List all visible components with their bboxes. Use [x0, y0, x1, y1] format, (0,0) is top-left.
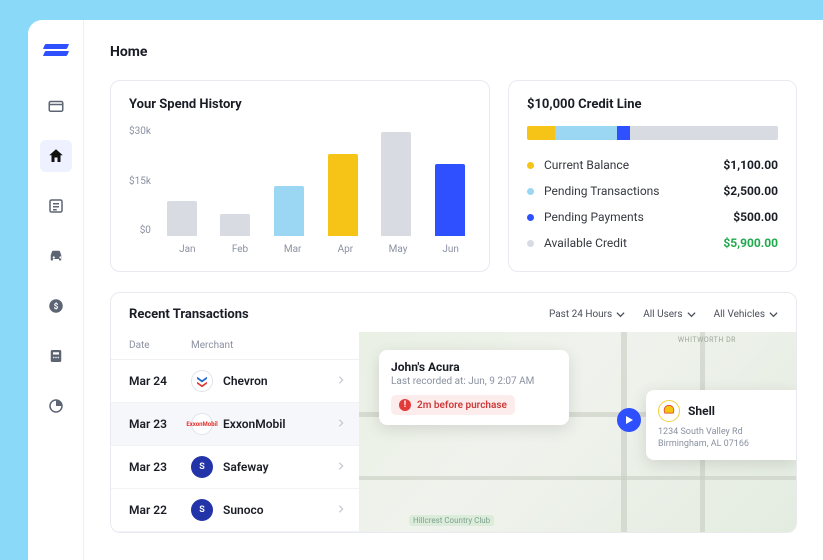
- merchant-icon: [191, 370, 213, 392]
- filter-time[interactable]: Past 24 Hours: [549, 309, 625, 320]
- svg-text:$: $: [53, 301, 58, 312]
- chevron-right-icon: [337, 460, 345, 474]
- nav-list-icon[interactable]: [40, 190, 72, 222]
- warning-text: 2m before purchase: [417, 400, 507, 411]
- chevron-down-icon: [616, 310, 625, 319]
- station-address: 1234 South Valley Rd Birmingham, AL 0716…: [658, 426, 784, 450]
- filter-users-label: All Users: [643, 309, 682, 320]
- nav-pie-icon[interactable]: [40, 390, 72, 422]
- filter-vehicles[interactable]: All Vehicles: [714, 309, 778, 320]
- chart-bar[interactable]: [435, 164, 465, 236]
- shell-logo-icon: [658, 400, 680, 422]
- map-street-label: WHITWORTH DR: [678, 336, 736, 344]
- transactions-title: Recent Transactions: [129, 307, 531, 322]
- map-location-pin[interactable]: [617, 408, 641, 432]
- nav-home-icon[interactable]: [40, 140, 72, 172]
- transactions-list: Date Merchant Mar 24ChevronMar 23ExxonMo…: [111, 332, 359, 532]
- credit-row: Available Credit$5,900.00: [527, 236, 778, 250]
- transaction-row[interactable]: Mar 23ExxonMobilExxonMobil: [111, 403, 359, 446]
- page-title: Home: [110, 44, 797, 60]
- chevron-down-icon: [687, 310, 696, 319]
- main-content: Home Your Spend History $30k$15k$0 JanFe…: [84, 20, 823, 560]
- station-name: Shell: [688, 404, 715, 418]
- alert-icon: !: [399, 399, 411, 411]
- chevron-right-icon: [337, 374, 345, 388]
- nav-vehicle-icon[interactable]: [40, 240, 72, 272]
- filter-time-label: Past 24 Hours: [549, 309, 612, 320]
- vehicle-popup-title: John's Acura: [391, 360, 557, 374]
- merchant-icon: ExxonMobil: [191, 413, 213, 435]
- spend-card-title: Your Spend History: [129, 97, 471, 112]
- chart-bar[interactable]: [167, 201, 197, 236]
- credit-row: Current Balance$1,100.00: [527, 158, 778, 172]
- nav-card-icon[interactable]: [40, 90, 72, 122]
- chevron-right-icon: [337, 503, 345, 517]
- sidebar: $: [28, 20, 84, 560]
- credit-breakdown-list: Current Balance$1,100.00 Pending Transact…: [527, 158, 778, 250]
- nav-calculator-icon[interactable]: [40, 340, 72, 372]
- filter-vehicles-label: All Vehicles: [714, 309, 765, 320]
- vehicle-popup: John's Acura Last recorded at: Jun, 9 2:…: [379, 350, 569, 425]
- map-landmark-label: Hillcrest Country Club: [409, 515, 494, 526]
- credit-line-card: $10,000 Credit Line Current Balance$1,10…: [508, 80, 797, 272]
- credit-progress-bar: [527, 126, 778, 140]
- merchant-icon: S: [191, 499, 213, 521]
- credit-card-title: $10,000 Credit Line: [527, 97, 778, 112]
- brand-logo: [44, 38, 68, 62]
- transaction-row[interactable]: Mar 22SSunoco: [111, 489, 359, 532]
- chart-bar[interactable]: [381, 132, 411, 236]
- col-date: Date: [129, 340, 191, 351]
- recent-transactions-card: Recent Transactions Past 24 Hours All Us…: [110, 292, 797, 533]
- filter-users[interactable]: All Users: [643, 309, 695, 320]
- col-merchant: Merchant: [191, 340, 233, 351]
- chevron-right-icon: [337, 417, 345, 431]
- chart-bars: [161, 126, 471, 236]
- credit-row: Pending Payments$500.00: [527, 210, 778, 224]
- transaction-row[interactable]: Mar 24Chevron: [111, 360, 359, 403]
- chart-bar[interactable]: [328, 154, 358, 236]
- vehicle-popup-subtitle: Last recorded at: Jun, 9 2:07 AM: [391, 376, 557, 387]
- chart-x-axis: JanFebMarAprMayJun: [167, 244, 471, 255]
- transaction-row[interactable]: Mar 23SSafeway: [111, 446, 359, 489]
- nav-dollar-icon[interactable]: $: [40, 290, 72, 322]
- chart-bar[interactable]: [274, 186, 304, 236]
- station-popup: Shell 1234 South Valley Rd Birmingham, A…: [646, 390, 796, 460]
- transaction-map[interactable]: WHITWORTH DR Hillcrest Country Club John…: [359, 332, 796, 532]
- merchant-icon: S: [191, 456, 213, 478]
- credit-row: Pending Transactions$2,500.00: [527, 184, 778, 198]
- chart-y-axis: $30k$15k$0: [129, 126, 151, 236]
- play-icon: [624, 415, 634, 425]
- chevron-down-icon: [769, 310, 778, 319]
- warning-badge: ! 2m before purchase: [391, 395, 515, 415]
- spend-history-card: Your Spend History $30k$15k$0 JanFebMarA…: [110, 80, 490, 272]
- chart-bar[interactable]: [220, 214, 250, 236]
